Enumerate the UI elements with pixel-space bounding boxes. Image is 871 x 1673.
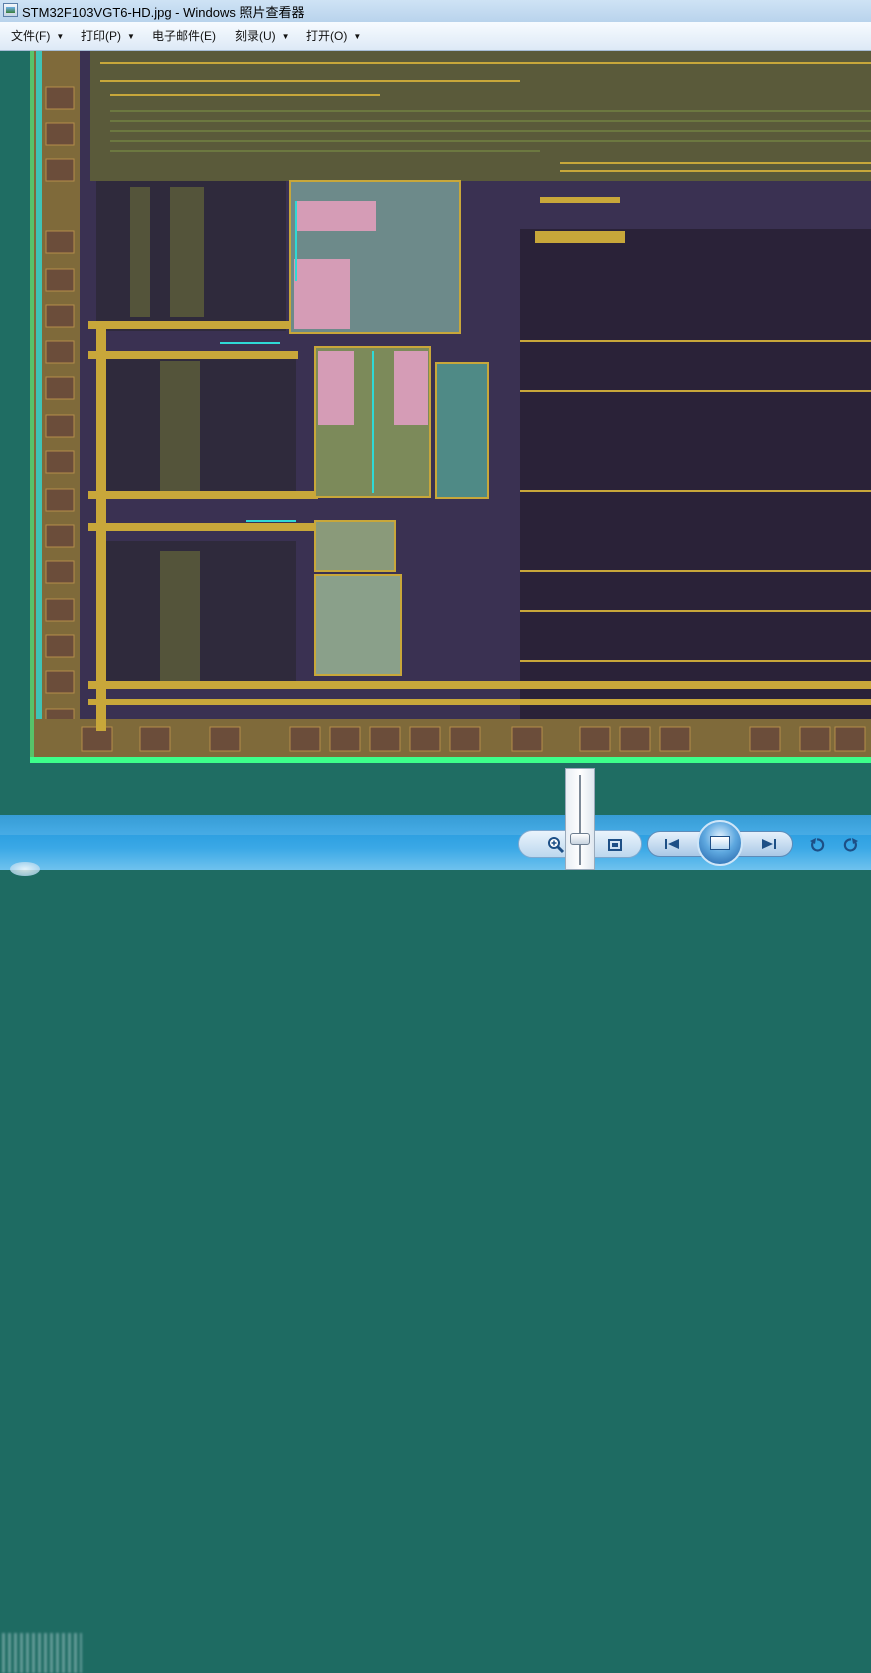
image-viewport[interactable] — [0, 51, 871, 815]
start-orb-fragment — [10, 862, 40, 876]
zoom-slider-track — [579, 775, 581, 865]
menu-open[interactable]: 打开(O) ▼ — [306, 22, 361, 50]
menu-print-label: 打印(P) — [81, 29, 121, 43]
chevron-down-icon: ▼ — [56, 32, 65, 41]
rotate-clockwise-icon[interactable] — [840, 834, 862, 856]
zoom-slider[interactable] — [565, 768, 595, 870]
menu-burn-label: 刻录(U) — [235, 29, 276, 43]
die-photo — [0, 51, 871, 815]
slideshow-icon[interactable] — [697, 820, 743, 866]
menu-file[interactable]: 文件(F) ▼ — [11, 22, 64, 50]
window-title: STM32F103VGT6-HD.jpg - Windows 照片查看器 — [22, 5, 305, 20]
title-bar: STM32F103VGT6-HD.jpg - Windows 照片查看器 — [0, 0, 871, 23]
zoom-slider-thumb[interactable] — [570, 833, 590, 845]
menu-burn[interactable]: 刻录(U) ▼ — [235, 22, 290, 50]
next-icon[interactable] — [756, 834, 782, 854]
menu-email-label: 电子邮件(E) — [152, 29, 216, 43]
menu-email[interactable]: 电子邮件(E) — [152, 22, 216, 50]
menu-open-label: 打开(O) — [306, 29, 348, 43]
chevron-down-icon: ▼ — [281, 32, 290, 41]
slideshow-screen-glyph — [710, 836, 730, 850]
background-desktop-text — [2, 1633, 82, 1673]
menu-bar: 文件(F) ▼ 打印(P) ▼ 电子邮件(E) 刻录(U) ▼ 打开(O) ▼ — [0, 22, 871, 51]
actual-size-icon[interactable] — [604, 834, 626, 856]
menu-print[interactable]: 打印(P) ▼ — [81, 22, 135, 50]
previous-icon[interactable] — [659, 834, 685, 854]
chevron-down-icon: ▼ — [353, 32, 362, 41]
menu-file-label: 文件(F) — [11, 29, 51, 43]
rotate-counterclockwise-icon[interactable] — [806, 834, 828, 856]
chevron-down-icon: ▼ — [127, 32, 135, 41]
photo-viewer-icon — [3, 3, 18, 17]
